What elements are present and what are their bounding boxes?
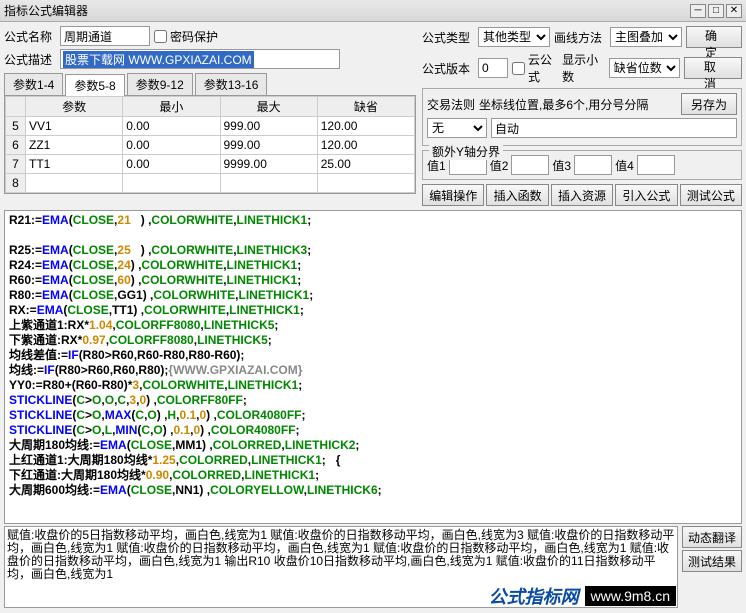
val3-input[interactable] (574, 155, 612, 175)
param-min-input[interactable] (126, 137, 216, 153)
formula-name-label: 公式名称 (4, 28, 56, 45)
param-table: 参数 最小 最大 缺省 5 6 7 8 (4, 96, 416, 194)
test-formula-button[interactable]: 测试公式 (680, 184, 742, 206)
extra-y-group: 额外Y轴分界 值1 值2 值3 值4 (422, 150, 742, 180)
param-row: 7 (6, 155, 415, 174)
param-max-input[interactable] (224, 137, 314, 153)
param-row: 8 (6, 174, 415, 193)
param-tab-1[interactable]: 参数5-8 (65, 74, 124, 96)
draw-method-select[interactable]: 主图叠加 (610, 27, 682, 47)
col-max: 最大 (220, 97, 317, 117)
col-param: 参数 (26, 97, 123, 117)
param-max-input[interactable] (224, 118, 314, 134)
window-title: 指标公式编辑器 (4, 2, 688, 19)
titlebar: 指标公式编辑器 ─ □ ✕ (0, 0, 746, 22)
formula-desc-input[interactable]: 股票下载网 WWW.GPXIAZAI.COM (60, 49, 340, 69)
val2-input[interactable] (511, 155, 549, 175)
param-def-input[interactable] (321, 118, 411, 134)
dyn-trans-button[interactable]: 动态翻译 (682, 526, 742, 548)
param-min-input[interactable] (126, 118, 216, 134)
show-decimal-select[interactable]: 缺省位数 (609, 58, 680, 78)
ok-button[interactable]: 确 定 (686, 26, 742, 48)
cancel-button[interactable]: 取 消 (684, 57, 742, 79)
formula-version-label: 公式版本 (422, 60, 474, 77)
test-result-button[interactable]: 测试结果 (682, 550, 742, 572)
show-decimal-label: 显示小数 (562, 51, 605, 85)
param-row: 6 (6, 136, 415, 155)
maximize-button[interactable]: □ (708, 4, 724, 18)
param-tabs: 参数1-4参数5-8参数9-12参数13-16 (4, 73, 416, 96)
password-checkbox[interactable]: 密码保护 (154, 28, 218, 45)
formula-desc-label: 公式描述 (4, 51, 56, 68)
formula-type-label: 公式类型 (422, 29, 474, 46)
edit-op-button[interactable]: 编辑操作 (422, 184, 484, 206)
code-editor[interactable]: R21:=EMA(CLOSE,21 ) ,COLORWHITE,LINETHIC… (4, 210, 742, 524)
param-name-input[interactable] (29, 137, 119, 153)
formula-version-input[interactable] (478, 58, 508, 78)
param-tab-0[interactable]: 参数1-4 (4, 73, 63, 95)
trade-rule-select[interactable]: 无 (427, 118, 487, 138)
insert-fn-button[interactable]: 插入函数 (486, 184, 548, 206)
save-as-button[interactable]: 另存为 (681, 93, 737, 115)
formula-name-input[interactable] (60, 26, 150, 46)
insert-res-button[interactable]: 插入资源 (551, 184, 613, 206)
param-name-input[interactable] (29, 156, 119, 172)
coord-input[interactable] (491, 118, 737, 138)
param-min-input[interactable] (126, 156, 216, 172)
param-max-input[interactable] (224, 175, 314, 191)
param-name-input[interactable] (29, 175, 119, 191)
formula-type-select[interactable]: 其他类型 (478, 27, 550, 47)
close-button[interactable]: ✕ (726, 4, 742, 18)
param-tab-2[interactable]: 参数9-12 (127, 73, 193, 95)
cloud-checkbox[interactable]: 云公式 (512, 51, 558, 85)
draw-method-label: 画线方法 (554, 29, 606, 46)
param-def-input[interactable] (321, 175, 411, 191)
param-tab-3[interactable]: 参数13-16 (195, 73, 268, 95)
trade-rule-label: 交易法则 (427, 96, 475, 113)
watermark: 公式指标网 www.9m8.cn (489, 583, 676, 609)
col-min: 最小 (123, 97, 220, 117)
import-formula-button[interactable]: 引入公式 (615, 184, 677, 206)
param-max-input[interactable] (224, 156, 314, 172)
param-row: 5 (6, 117, 415, 136)
param-def-input[interactable] (321, 137, 411, 153)
param-min-input[interactable] (126, 175, 216, 191)
col-default: 缺省 (317, 97, 414, 117)
val4-input[interactable] (637, 155, 675, 175)
param-def-input[interactable] (321, 156, 411, 172)
trade-rule-group: 交易法则 坐标线位置,最多6个,用分号分隔 另存为 无 (422, 88, 742, 146)
minimize-button[interactable]: ─ (690, 4, 706, 18)
param-name-input[interactable] (29, 118, 119, 134)
coord-hint: 坐标线位置,最多6个,用分号分隔 (479, 96, 677, 113)
